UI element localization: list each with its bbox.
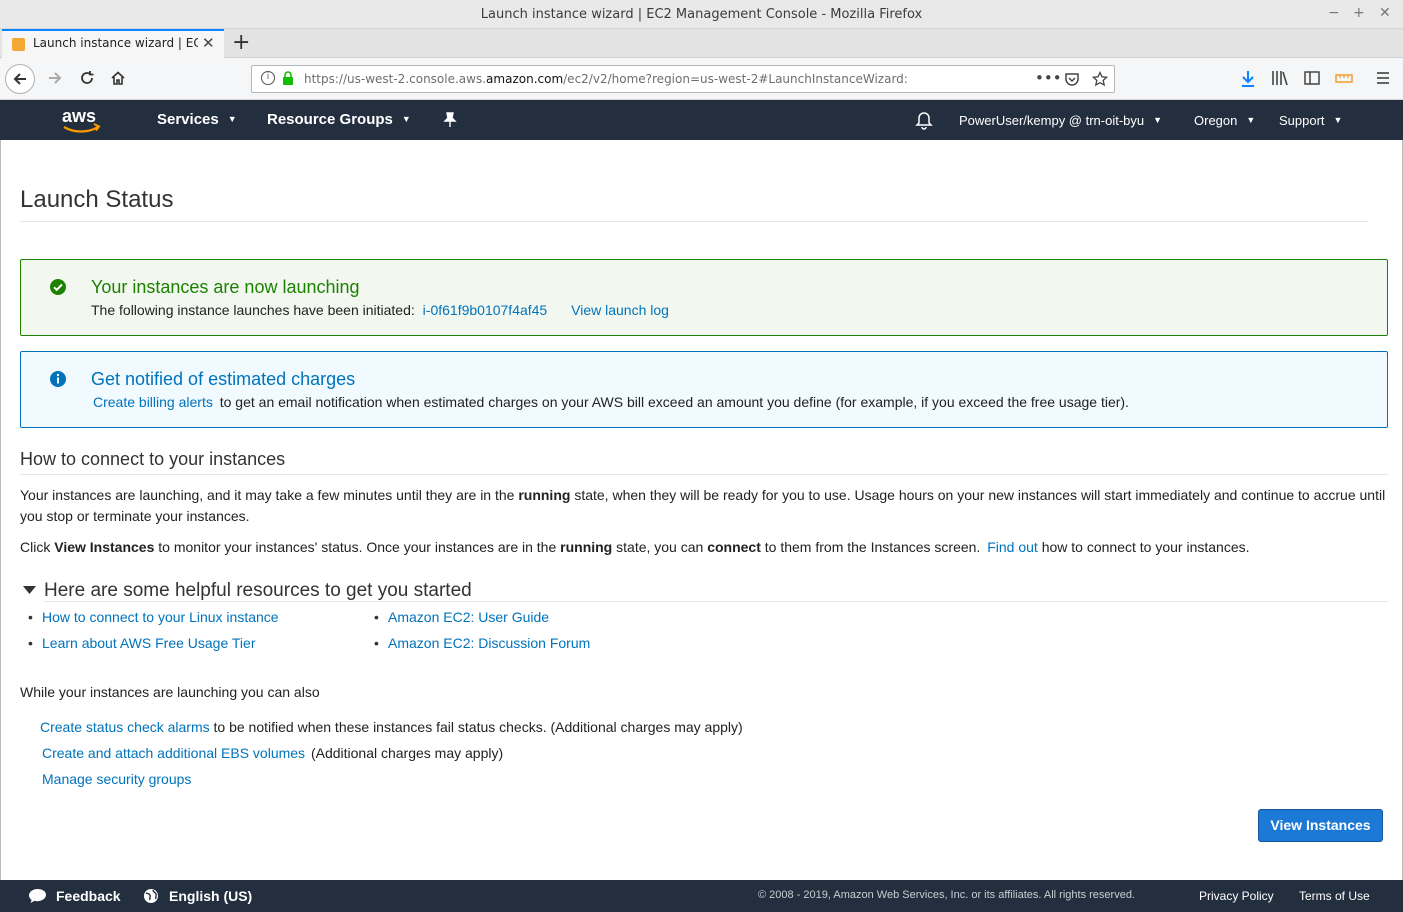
language-selector[interactable]: English (US) [169,888,252,904]
frame-border [0,140,1,880]
connect-paragraph-1: Your instances are launching, and it may… [20,487,1386,524]
back-button[interactable] [5,64,35,94]
linux-connect-link[interactable]: How to connect to your Linux instance [42,609,279,625]
list-item: How to connect to your Linux instance [28,608,279,634]
services-menu[interactable]: Services ▼ [157,111,237,128]
caret-down-icon: ▼ [1153,115,1163,125]
section-divider [44,601,1388,602]
success-alert: Your instances are now launching The fol… [20,259,1388,336]
resource-groups-menu[interactable]: Resource Groups ▼ [267,111,411,128]
pocket-icon[interactable] [1064,72,1080,87]
aws-logo[interactable]: aws [60,104,104,136]
privacy-policy-link[interactable]: Privacy Policy [1199,889,1274,903]
sidebar-icon[interactable] [1304,71,1320,85]
create-status-alarms-link[interactable]: Create status check alarms [40,719,210,735]
bookmark-star-icon[interactable] [1092,71,1108,87]
address-bar[interactable]: i https://us-west-2.console.aws.amazon.c… [251,65,1115,93]
also-item: Create and attach additional EBS volumes… [42,745,504,761]
also-item: Create status check alarms to be notifie… [40,719,743,735]
list-item: Learn about AWS Free Usage Tier [28,634,279,660]
page-title: Launch Status [20,186,174,213]
url-text[interactable]: https://us-west-2.console.aws.amazon.com… [304,72,908,86]
info-icon[interactable]: i [261,71,275,85]
download-icon[interactable] [1240,70,1256,88]
instance-id-link[interactable]: i-0f61f9b0107f4af45 [423,302,548,318]
aws-header: aws Services ▼ Resource Groups ▼ PowerUser… [0,100,1403,140]
caret-down-icon: ▼ [227,114,237,124]
user-guide-link[interactable]: Amazon EC2: User Guide [388,609,549,625]
library-icon[interactable] [1271,70,1289,86]
create-billing-alerts-link[interactable]: Create billing alerts [93,394,213,410]
tab-strip: Launch instance wizard | EC2 Management … [0,29,1403,58]
caret-down-icon: ▼ [1333,115,1343,125]
terms-of-use-link[interactable]: Terms of Use [1299,889,1370,903]
info-body: Create billing alerts to get an email no… [93,394,1129,410]
browser-tab[interactable]: Launch instance wizard | EC2 Management … [2,29,224,58]
success-title: Your instances are now launching [91,277,360,297]
globe-icon [144,889,158,903]
forward-button[interactable] [40,64,70,94]
create-ebs-volumes-link[interactable]: Create and attach additional EBS volumes [42,745,305,761]
bell-icon[interactable] [915,111,933,130]
home-button[interactable] [103,64,133,94]
section-divider [20,474,1388,475]
tab-title: Launch instance wizard | EC2 Management … [33,36,198,50]
tab-close-icon[interactable]: ✕ [202,34,215,52]
page-actions-icon[interactable]: ••• [1035,69,1062,87]
discussion-forum-link[interactable]: Amazon EC2: Discussion Forum [388,635,590,651]
lock-icon [283,71,293,85]
resources-list-left: How to connect to your Linux instance Le… [28,608,279,660]
title-divider [20,221,1368,222]
reload-icon [81,71,94,84]
connect-heading: How to connect to your instances [20,449,286,469]
view-launch-log-link[interactable]: View launch log [571,302,669,318]
caret-down-icon: ▼ [401,114,411,124]
check-circle-icon [50,279,66,295]
also-item: Manage security groups [42,771,191,787]
arrow-left-icon [13,73,26,85]
hamburger-menu-icon[interactable] [1376,72,1390,84]
account-menu[interactable]: PowerUser/kempy @ trn-oit-byu ▼ [959,113,1162,128]
caret-down-icon: ▼ [1246,115,1256,125]
close-window-icon[interactable]: ✕ [1379,5,1391,21]
list-item: Amazon EC2: User Guide [374,608,590,634]
pin-icon[interactable] [443,112,457,128]
arrow-right-icon [49,72,62,84]
success-body: The following instance launches have bee… [91,302,669,318]
ruler-extension-icon[interactable] [1335,72,1353,84]
also-heading: While your instances are launching you c… [20,684,320,700]
free-usage-tier-link[interactable]: Learn about AWS Free Usage Tier [42,635,255,651]
window-title: Launch instance wizard | EC2 Management … [480,7,923,22]
home-icon [111,71,125,85]
find-out-link[interactable]: Find out [987,539,1038,555]
feedback-button[interactable]: Feedback [56,888,121,904]
region-menu[interactable]: Oregon ▼ [1194,113,1255,128]
maximize-icon[interactable]: + [1353,5,1365,21]
manage-security-groups-link[interactable]: Manage security groups [42,771,191,787]
list-item: Amazon EC2: Discussion Forum [374,634,590,660]
connect-paragraph-2: Click View Instances to monitor your ins… [20,539,1250,555]
browser-navbar: i https://us-west-2.console.aws.amazon.c… [0,58,1403,100]
minimize-icon[interactable]: − [1328,5,1340,21]
aws-favicon-icon [12,38,25,51]
view-instances-button[interactable]: View Instances [1258,809,1383,842]
info-title: Get notified of estimated charges [91,369,356,389]
svg-text:aws: aws [62,106,96,126]
aws-footer: Feedback English (US) © 2008 - 2019, Ama… [0,880,1403,912]
copyright-text: © 2008 - 2019, Amazon Web Services, Inc.… [758,889,1135,901]
triangle-down-icon [23,586,36,594]
resources-list-right: Amazon EC2: User Guide Amazon EC2: Discu… [374,608,590,660]
window-titlebar: Launch instance wizard | EC2 Management … [0,0,1403,29]
resources-heading: Here are some helpful resources to get y… [44,580,472,601]
info-circle-icon [50,371,66,387]
feedback-bubble-icon [29,889,46,903]
new-tab-icon[interactable]: + [232,30,250,55]
info-alert: Get notified of estimated charges Create… [20,351,1388,428]
support-menu[interactable]: Support ▼ [1279,113,1342,128]
reload-button[interactable] [72,64,102,94]
